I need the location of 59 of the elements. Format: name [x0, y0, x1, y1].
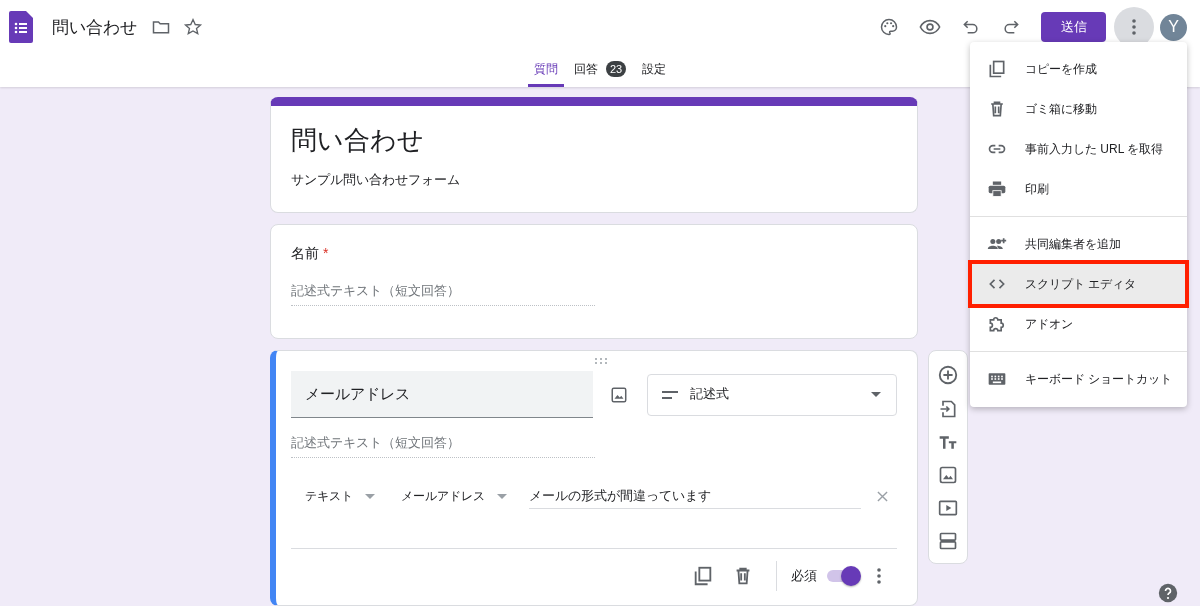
close-icon[interactable] — [877, 490, 888, 502]
drag-handle-icon[interactable] — [594, 358, 608, 364]
menu-item-label: キーボード ショートカット — [1025, 370, 1173, 388]
short-text-icon — [662, 390, 679, 399]
error-message-field[interactable]: メールの形式が間違っています — [529, 483, 861, 509]
menu-item-label: 事前入力した URL を取得 — [1025, 140, 1164, 158]
palette-icon[interactable] — [879, 17, 899, 37]
menu-item-label: コピーを作成 — [1025, 60, 1097, 78]
caret-icon — [497, 493, 507, 499]
tab[interactable]: 回答 23 — [567, 54, 633, 87]
help-icon[interactable] — [1158, 583, 1178, 603]
menu-item-label: スクリプト エディタ — [1025, 275, 1137, 293]
menu-item[interactable]: キーボード ショートカット — [972, 359, 1185, 399]
menu-item-label: 印刷 — [1025, 180, 1049, 198]
question-title: 名前 * — [291, 245, 330, 263]
image-icon[interactable] — [938, 464, 958, 485]
more-options-icon — [1132, 19, 1136, 35]
response-count-badge: 23 — [605, 61, 627, 77]
form-title[interactable]: 問い合わせ — [291, 124, 897, 156]
menu-item[interactable]: コピーを作成 — [972, 49, 1185, 89]
menu-item[interactable]: アドオン — [972, 304, 1185, 344]
required-asterisk: * — [323, 245, 329, 261]
short-answer-hint: 記述式テキスト（短文回答） — [291, 283, 595, 306]
menu-item[interactable]: 共同編集者を追加 — [972, 224, 1185, 264]
menu-item[interactable]: 事前入力した URL を取得 — [972, 129, 1185, 169]
required-label: 必須 — [791, 567, 817, 585]
menu-item-label: ゴミ箱に移動 — [1025, 100, 1097, 118]
document-title[interactable]: 問い合わせ — [52, 15, 137, 39]
user-avatar[interactable]: Y — [1160, 13, 1187, 41]
caret-icon — [871, 392, 881, 397]
puzzle-piece-icon — [987, 314, 1007, 334]
validation-rule-dropdown[interactable]: メールアドレス — [401, 487, 507, 505]
forms-logo-icon[interactable] — [9, 11, 33, 43]
import-icon[interactable] — [938, 398, 958, 419]
question-title-field[interactable]: メールアドレス — [291, 371, 594, 418]
active-question-card[interactable]: メールアドレス 記述式 記述式テキスト（短文回答） テキスト メールアドレス メールの形式が間違っています 必須 — [270, 350, 918, 606]
image-icon[interactable] — [610, 385, 629, 404]
menu-item[interactable]: 印刷 — [972, 169, 1185, 209]
menu-item-label: 共同編集者を追加 — [1025, 235, 1121, 253]
form-header-card[interactable]: 問い合わせ サンプル問い合わせフォーム — [270, 97, 918, 213]
section-icon[interactable] — [938, 530, 958, 551]
star-icon[interactable] — [183, 17, 203, 37]
menu-item-label: アドオン — [1025, 315, 1073, 333]
tab[interactable]: 質問 — [527, 54, 564, 87]
more-options-icon[interactable] — [877, 568, 881, 584]
printer-icon — [987, 179, 1007, 199]
copy-icon — [987, 59, 1007, 79]
tab[interactable]: 設定 — [636, 54, 673, 87]
caret-icon — [365, 493, 375, 499]
question-type-dropdown[interactable]: 記述式 — [647, 373, 897, 416]
question-card[interactable]: 名前 * 記述式テキスト（短文回答） — [270, 224, 918, 339]
short-answer-hint: 記述式テキスト（短文回答） — [291, 435, 595, 458]
send-button[interactable]: 送信 — [1041, 12, 1106, 42]
menu-item[interactable]: ゴミ箱に移動 — [972, 89, 1185, 129]
validation-category-dropdown[interactable]: テキスト — [305, 487, 375, 505]
form-description[interactable]: サンプル問い合わせフォーム — [291, 172, 897, 189]
duplicate-icon[interactable] — [692, 565, 714, 587]
question-type-label: 記述式 — [690, 386, 731, 403]
add-icon[interactable] — [937, 363, 959, 386]
